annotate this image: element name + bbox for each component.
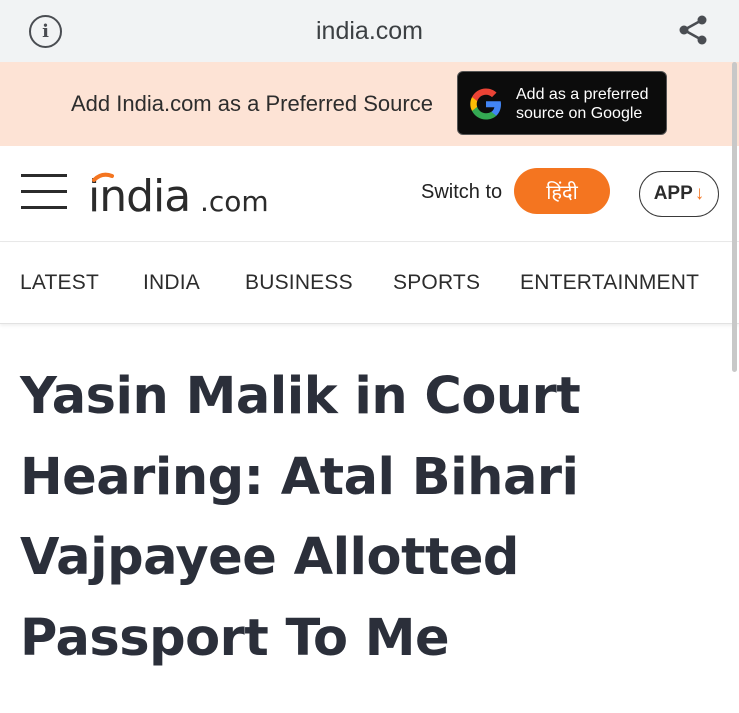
scrollbar[interactable] [732,62,737,372]
logo-main-text: india [88,171,190,222]
hamburger-menu-icon[interactable] [21,174,67,210]
headline-line: Yasin Malik in Court [20,367,581,426]
app-button-label: APP [653,183,693,204]
hindi-language-button[interactable]: हिंदी [514,168,610,214]
headline-line: Vajpayee Allotted [20,528,519,587]
app-download-button[interactable]: APP ↓ [639,171,719,217]
preferred-source-text: Add India.com as a Preferred Source [71,91,433,116]
article-headline: Yasin Malik in Court Hearing: Atal Bihar… [20,357,700,679]
add-preferred-source-button[interactable]: Add as a preferred source on Google [457,71,667,135]
india-com-logo[interactable]: india .com [88,166,278,224]
nav-item-latest[interactable]: LATEST [20,271,99,295]
arrow-down-icon: ↓ [694,183,705,204]
share-icon[interactable] [676,13,710,47]
nav-item-entertainment[interactable]: ENTERTAINMENT [520,271,699,295]
url-text[interactable]: india.com [0,17,739,46]
headline-line: Passport To Me [20,608,450,668]
nav-item-sports[interactable]: SPORTS [393,271,480,295]
preferred-button-line1: Add as a preferred [516,86,649,103]
nav-item-business[interactable]: BUSINESS [245,271,353,295]
logo-suffix-text: .com [200,185,269,218]
site-header: india .com Switch to हिंदी APP ↓ [0,146,739,242]
preferred-source-banner: Add India.com as a Preferred Source Add … [0,62,739,146]
google-logo-icon [470,88,501,120]
category-nav: LATEST INDIA BUSINESS SPORTS ENTERTAINME… [0,243,739,324]
preferred-button-line2: source on Google [516,105,643,122]
nav-item-india[interactable]: INDIA [143,271,200,295]
browser-url-bar: i india.com [0,0,739,62]
headline-line: Hearing: Atal Bihari [20,447,579,507]
switch-language-label: Switch to [421,181,503,203]
